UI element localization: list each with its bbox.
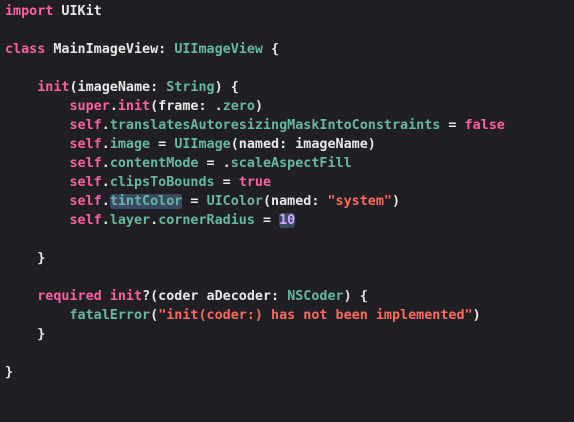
type-token: String	[166, 80, 215, 95]
code-line-12: self.layer.cornerRadius = 10	[5, 211, 296, 230]
code-line-16: required init?(coder aDecoder: NSCoder) …	[5, 287, 368, 306]
selected-member-token[interactable]: tintColor	[109, 194, 183, 209]
identifier-token: (named:	[263, 194, 328, 209]
punct-token: .	[101, 175, 110, 190]
punct-token: .	[101, 213, 110, 228]
self-token: self	[69, 137, 102, 152]
code-line-5: init(imageName: String) {	[5, 78, 239, 97]
keyword-token: super	[69, 99, 110, 114]
operator-token: =	[440, 118, 465, 133]
punct-token: ) {	[214, 80, 239, 95]
operator-token: =	[182, 194, 207, 209]
member-token: scaleAspectFill	[230, 156, 352, 171]
code-line-18: }	[5, 325, 45, 344]
identifier-token: UIKit	[53, 4, 102, 19]
member-token: layer	[109, 213, 151, 228]
member-token: image	[109, 137, 151, 152]
punct-token: )	[254, 99, 263, 114]
identifier-token: (named: imageName)	[230, 137, 376, 152]
type-token: NSCoder	[287, 289, 344, 304]
punct-token: (	[150, 308, 159, 323]
type-token: UIColor	[206, 194, 263, 209]
punct-token: )	[392, 194, 401, 209]
member-token: cornerRadius	[158, 213, 255, 228]
literal-token: true	[238, 175, 272, 190]
string-token: "init(coder:) has not been implemented"	[158, 308, 473, 323]
number-token[interactable]: 10	[279, 213, 296, 228]
punct-token: ) {	[343, 289, 368, 304]
code-line-10: self.clipsToBounds = true	[5, 173, 272, 192]
self-token: self	[69, 213, 102, 228]
operator-token: =	[254, 213, 280, 228]
punct-token: }	[37, 327, 46, 342]
function-token: fatalError	[69, 308, 151, 323]
punct-token: .	[101, 137, 110, 152]
punct-token: }	[37, 251, 46, 266]
operator-token: = .	[198, 156, 231, 171]
keyword-token: init	[117, 99, 151, 114]
identifier-token: MainImageView:	[45, 42, 175, 57]
self-token: self	[69, 156, 102, 171]
code-line-6: super.init(frame: .zero)	[5, 97, 264, 116]
type-token: UIImage	[174, 137, 231, 152]
literal-token: false	[464, 118, 505, 133]
code-line-11: self.tintColor = UIColor(named: "system"…	[5, 192, 400, 211]
member-token: zero	[222, 99, 255, 114]
self-token: self	[69, 194, 102, 209]
keyword-token: init	[37, 80, 70, 95]
code-line-3: class MainImageView: UIImageView {	[5, 40, 279, 59]
punct-token: .	[150, 213, 159, 228]
keyword-token: required	[37, 289, 102, 304]
type-token: UIImageView	[174, 42, 263, 57]
member-token: clipsToBounds	[109, 175, 215, 190]
code-editor[interactable]: import UIKit class MainImageView: UIImag…	[0, 0, 574, 422]
keyword-token: import	[5, 4, 54, 19]
code-line-17: fatalError("init(coder:) has not been im…	[5, 306, 481, 325]
punct-token: )	[472, 308, 481, 323]
code-line-20: }	[5, 363, 13, 382]
operator-token: =	[214, 175, 239, 190]
self-token: self	[69, 118, 102, 133]
punct-token: {	[263, 42, 280, 57]
identifier-token: ?(coder aDecoder:	[142, 289, 288, 304]
punct-token: }	[5, 365, 14, 380]
code-line-9: self.contentMode = .scaleAspectFill	[5, 154, 352, 173]
keyword-token: init	[109, 289, 143, 304]
code-line-14: }	[5, 249, 45, 268]
code-line-7: self.translatesAutoresizingMaskIntoConst…	[5, 116, 505, 135]
keyword-token: class	[5, 42, 46, 57]
punct-token: .	[101, 118, 110, 133]
punct-token: .	[101, 156, 110, 171]
identifier-token: (frame: .	[150, 99, 223, 114]
code-line-1: import UIKit	[5, 2, 102, 21]
code-line-8: self.image = UIImage(named: imageName)	[5, 135, 376, 154]
punct-token: .	[101, 194, 110, 209]
member-token: contentMode	[109, 156, 199, 171]
string-token: "system"	[327, 194, 393, 209]
operator-token: =	[150, 137, 175, 152]
punct-token: .	[109, 99, 118, 114]
self-token: self	[69, 175, 102, 190]
identifier-token: (imageName:	[69, 80, 167, 95]
member-token: translatesAutoresizingMaskIntoConstraint…	[109, 118, 441, 133]
